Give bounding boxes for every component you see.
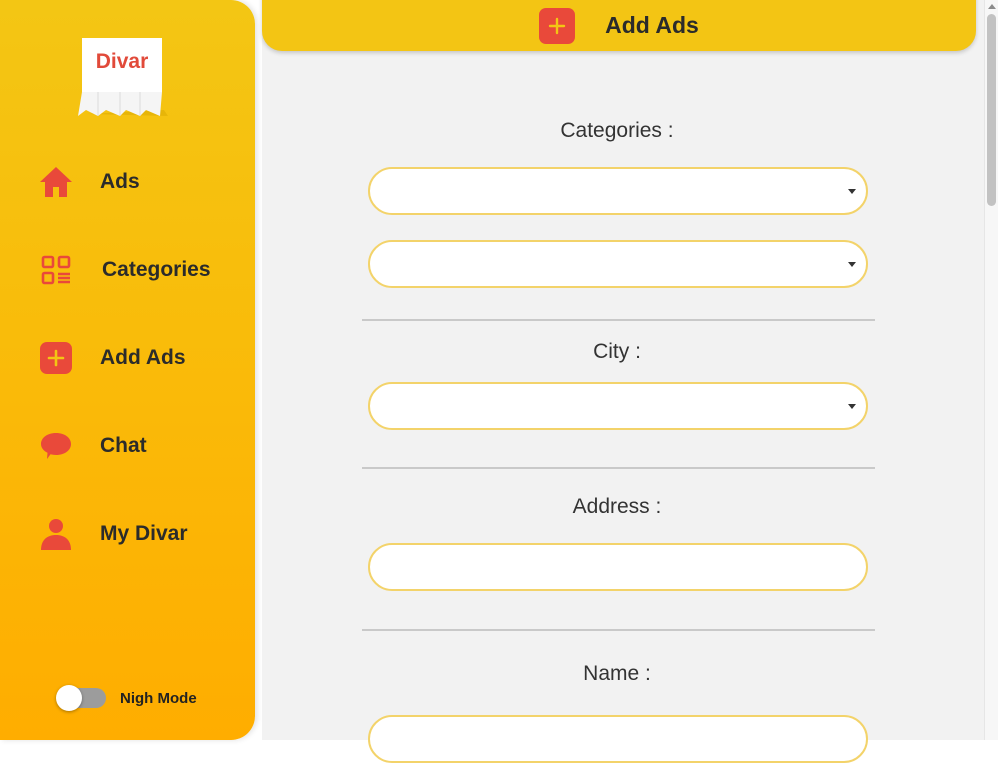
sidebar-item-chat[interactable]: Chat — [36, 424, 147, 468]
section-divider — [362, 629, 875, 631]
categories-label: Categories : — [560, 119, 674, 142]
name-label: Name : — [583, 662, 651, 685]
address-label: Address : — [572, 495, 662, 518]
night-mode-switch[interactable] — [56, 685, 106, 711]
vertical-scrollbar[interactable] — [984, 0, 998, 740]
sidebar-item-label: Ads — [100, 170, 140, 193]
add-icon — [36, 338, 76, 378]
sidebar-item-label: Chat — [100, 434, 147, 457]
chat-icon — [36, 426, 76, 466]
city-label: City : — [593, 340, 641, 363]
scrollbar-thumb[interactable] — [987, 14, 996, 206]
sidebar: Divar Ads Categories Add Ads Chat My Div… — [0, 0, 255, 740]
night-mode-toggle[interactable]: Nigh Mode — [56, 685, 197, 711]
divar-logo[interactable]: Divar — [76, 36, 172, 120]
main-content: Add Ads Categories : City : Address : Na… — [262, 0, 984, 763]
category-select[interactable] — [368, 167, 868, 215]
toggle-knob[interactable] — [56, 685, 82, 711]
page-title: Add Ads — [605, 12, 699, 38]
section-divider — [362, 467, 875, 469]
logo-paper-icon — [78, 38, 168, 116]
name-input[interactable] — [368, 715, 868, 763]
categories-icon — [36, 250, 76, 290]
chevron-down-icon — [848, 189, 856, 194]
user-icon — [36, 514, 76, 554]
night-mode-label: Nigh Mode — [120, 689, 197, 707]
home-icon — [36, 162, 76, 202]
chevron-down-icon — [848, 404, 856, 409]
city-select[interactable] — [368, 382, 868, 430]
sidebar-item-label: Categories — [102, 258, 211, 281]
logo-text: Divar — [95, 50, 149, 73]
page-header: Add Ads — [262, 0, 976, 51]
add-icon — [539, 7, 576, 44]
chevron-down-icon — [848, 262, 856, 267]
sidebar-item-label: My Divar — [100, 522, 188, 545]
address-input[interactable] — [368, 543, 868, 591]
sidebar-item-my-divar[interactable]: My Divar — [36, 512, 188, 556]
sidebar-item-ads[interactable]: Ads — [36, 160, 140, 204]
subcategory-select[interactable] — [368, 240, 868, 288]
sidebar-item-add-ads[interactable]: Add Ads — [36, 336, 186, 380]
sidebar-item-label: Add Ads — [100, 346, 186, 369]
scroll-up-arrow-icon[interactable] — [988, 4, 996, 9]
sidebar-item-categories[interactable]: Categories — [36, 248, 211, 292]
section-divider — [362, 319, 875, 321]
